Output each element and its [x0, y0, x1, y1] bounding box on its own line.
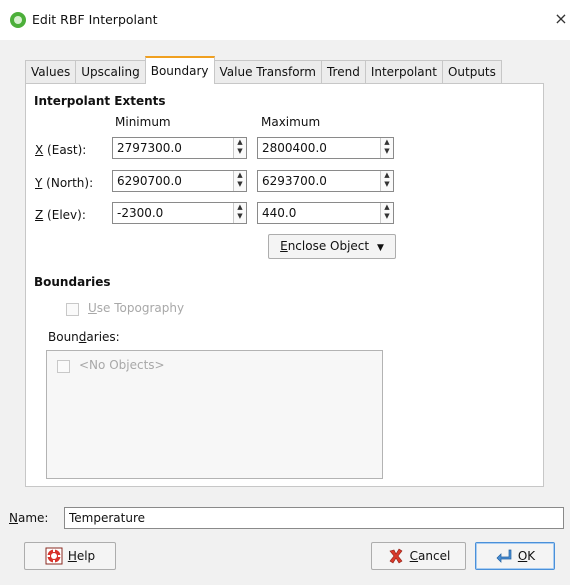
dropdown-arrow-icon: ▼	[376, 243, 384, 253]
name-label: Name:	[9, 511, 49, 525]
list-item-no-objects: <No Objects>	[79, 358, 165, 372]
z-maximum-spinbox[interactable]: ▲▼	[257, 202, 394, 224]
minimum-column-header: Minimum	[115, 115, 171, 129]
x-maximum-spinbox[interactable]: ▲▼	[257, 137, 394, 159]
dialog-body: Values Upscaling Boundary Value Transfor…	[0, 40, 570, 585]
use-topography-label: Use Topography	[88, 301, 185, 315]
close-icon[interactable]: ×	[553, 9, 569, 29]
boundaries-list[interactable]: <No Objects>	[46, 350, 383, 479]
tab-boundary[interactable]: Boundary	[144, 56, 215, 84]
z-minimum-spinbox[interactable]: ▲▼	[112, 202, 247, 224]
ok-label: OK	[517, 549, 536, 563]
z-minimum-stepper-icon[interactable]: ▲ ▼	[233, 203, 246, 223]
boundary-panel: Interpolant Extents Minimum Maximum X (E…	[25, 83, 544, 487]
y-minimum-stepper-icon[interactable]: ▲ ▼	[233, 171, 246, 191]
tab-interpolant[interactable]: Interpolant	[364, 60, 443, 84]
x-minimum-spinbox[interactable]: ▲▼	[112, 137, 247, 159]
boundaries-list-label: Boundaries:	[48, 330, 120, 344]
cancel-button[interactable]: Cancel	[371, 542, 466, 570]
x-minimum-stepper-icon[interactable]: ▲ ▼	[233, 138, 246, 158]
x-east-label: X (East):	[35, 143, 87, 157]
tab-values[interactable]: Values	[25, 60, 77, 84]
window-title: Edit RBF Interpolant	[32, 12, 158, 27]
boundaries-heading: Boundaries	[34, 275, 111, 289]
x-minimum-input[interactable]	[113, 138, 233, 158]
name-input[interactable]	[65, 508, 563, 528]
x-maximum-input[interactable]	[258, 138, 380, 158]
y-minimum-spinbox[interactable]: ▲▼	[112, 170, 247, 192]
y-north-label: Y (North):	[35, 176, 94, 190]
y-minimum-input[interactable]	[113, 171, 233, 191]
x-maximum-stepper-icon[interactable]: ▲ ▼	[380, 138, 393, 158]
lifebuoy-icon	[45, 547, 63, 565]
z-elev-label: Z (Elev):	[35, 208, 86, 222]
z-maximum-input[interactable]	[258, 203, 380, 223]
title-bar: Edit RBF Interpolant ×	[0, 0, 570, 40]
maximum-column-header: Maximum	[261, 115, 321, 129]
help-button[interactable]: Help	[24, 542, 116, 570]
interpolant-extents-heading: Interpolant Extents	[34, 94, 166, 108]
tab-trend[interactable]: Trend	[320, 60, 366, 84]
y-maximum-stepper-icon[interactable]: ▲ ▼	[380, 171, 393, 191]
tab-bar: Values Upscaling Boundary Value Transfor…	[25, 56, 502, 84]
enter-arrow-icon	[495, 547, 513, 565]
tab-value-transform[interactable]: Value Transform	[213, 60, 322, 84]
y-maximum-input[interactable]	[258, 171, 380, 191]
list-item-checkbox[interactable]	[57, 360, 70, 373]
use-topography-checkbox[interactable]	[66, 303, 79, 316]
app-icon	[10, 12, 26, 28]
y-maximum-spinbox[interactable]: ▲▼	[257, 170, 394, 192]
enclose-object-button[interactable]: Enclose Object ▼	[268, 234, 396, 259]
z-maximum-stepper-icon[interactable]: ▲ ▼	[380, 203, 393, 223]
z-minimum-input[interactable]	[113, 203, 233, 223]
cancel-label: Cancel	[409, 549, 451, 563]
tab-upscaling[interactable]: Upscaling	[75, 60, 146, 84]
ok-button[interactable]: OK	[475, 542, 555, 570]
cancel-x-icon	[387, 547, 405, 565]
tab-outputs[interactable]: Outputs	[441, 60, 502, 84]
help-label: Help	[67, 549, 96, 563]
name-field[interactable]	[64, 507, 564, 529]
